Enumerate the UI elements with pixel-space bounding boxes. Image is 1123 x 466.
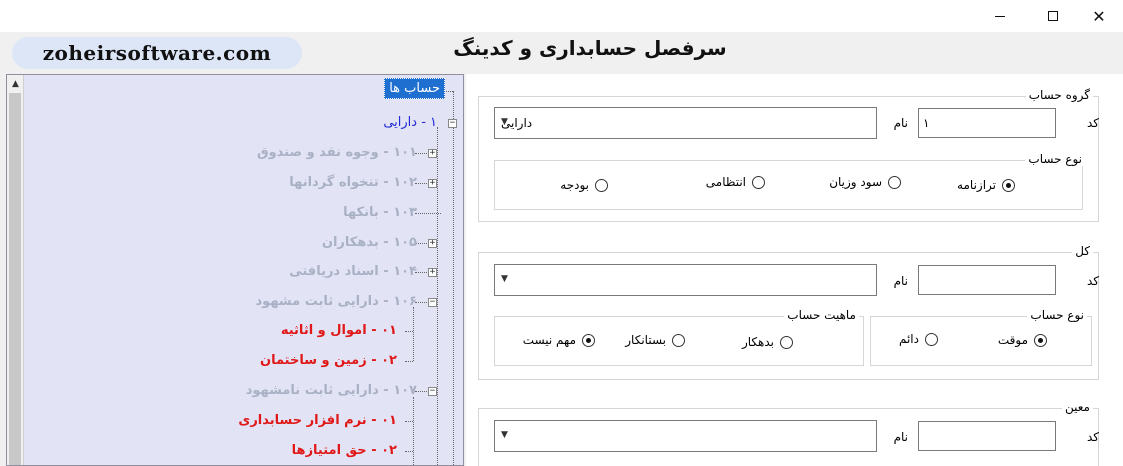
tree-node[interactable]: ۰۲ - زمین و ساختمان	[260, 353, 397, 368]
radio-profit-loss[interactable]: سود وزیان	[829, 175, 901, 189]
minimize-button[interactable]	[977, 0, 1023, 32]
tree-connector	[405, 361, 413, 362]
tree-node[interactable]: ۱۰۶ - دارایی ثابت مشهود	[256, 294, 418, 309]
radio-debtor[interactable]: بدهکار	[742, 335, 793, 349]
page-title: سرفصل حسابداری و کدینگ	[453, 36, 727, 60]
tree-node[interactable]: ۱۰۷ - دارایی ثابت نامشهود	[246, 383, 417, 398]
account-group-legend: گروه حساب	[1025, 88, 1093, 102]
accounts-tree[interactable]: ▲ − + + + + − − حساب ها ۱ - دارایی ۱۰۱ -…	[6, 74, 464, 466]
radio-off-balance[interactable]: انتظامی	[706, 175, 765, 189]
radio-label: دائم	[898, 332, 919, 346]
maximize-button[interactable]	[1030, 0, 1076, 32]
maximize-icon	[1048, 11, 1058, 21]
tree-connector	[405, 421, 413, 422]
kol-legend: کل	[1072, 244, 1093, 258]
radio-dont-care[interactable]: مهم نیست	[523, 333, 595, 347]
chevron-down-icon: ▼	[501, 117, 508, 127]
tree-node[interactable]: ۱۰۳ - بانکها	[343, 205, 417, 220]
radio-label: بدهکار	[741, 335, 774, 349]
tree-connector	[405, 331, 413, 332]
collapse-icon[interactable]: −	[428, 387, 437, 396]
radio-permanent[interactable]: دائم	[899, 332, 938, 346]
radio-balance-sheet[interactable]: ترازنامه	[957, 178, 1015, 192]
header: zoheirsoftware.com سرفصل حسابداری و کدین…	[0, 32, 1123, 72]
group-code-field[interactable]: ۱	[918, 108, 1056, 138]
tree-node[interactable]: ۱۰۵ - بدهکاران	[322, 235, 417, 250]
radio-checked-icon	[1034, 333, 1047, 347]
tree-connector	[405, 451, 413, 452]
tree-node[interactable]: ۰۱ - اموال و اثاثیه	[281, 323, 397, 338]
chevron-down-icon: ▼	[501, 274, 508, 284]
moein-code-field[interactable]	[918, 421, 1056, 451]
kol-name-label: نام	[893, 274, 908, 288]
radio-checked-icon	[582, 333, 595, 347]
brand-badge: zoheirsoftware.com	[12, 37, 302, 69]
scroll-track[interactable]	[9, 93, 21, 465]
tree-node[interactable]: ۱ - دارایی	[383, 115, 437, 130]
radio-label: مهم نیست	[522, 333, 576, 347]
radio-label: ترازنامه	[957, 178, 996, 192]
kol-nature-legend: ماهیت حساب	[784, 308, 859, 322]
radio-creditor[interactable]: بستانکار	[625, 333, 685, 347]
radio-budget[interactable]: بودجه	[560, 178, 608, 192]
kol-code-label: کد	[1086, 274, 1099, 288]
radio-label: بودجه	[560, 178, 589, 192]
radio-unchecked-icon	[888, 175, 901, 189]
tree-connector	[413, 307, 414, 361]
account-form: گروه حساب کد ۱ نام دارایی ▼ نوع حساب ترا…	[466, 74, 1123, 466]
group-code-label: کد	[1086, 116, 1099, 130]
radio-label: بستانکار	[625, 333, 666, 347]
radio-unchecked-icon	[752, 175, 765, 189]
title-bar: ✕	[0, 0, 1123, 32]
tree-node[interactable]: ۱۰۴ - اسناد دریافتی	[289, 264, 417, 279]
kol-code-field[interactable]	[918, 265, 1056, 295]
expand-icon[interactable]: +	[428, 179, 437, 188]
radio-label: سود وزیان	[829, 175, 882, 189]
radio-unchecked-icon	[595, 178, 608, 192]
collapse-icon[interactable]: −	[428, 298, 437, 307]
expand-icon[interactable]: +	[428, 268, 437, 277]
moein-code-label: کد	[1086, 430, 1099, 444]
close-button[interactable]: ✕	[1076, 0, 1122, 32]
minimize-icon	[995, 15, 1005, 17]
chevron-down-icon: ▼	[501, 430, 508, 440]
radio-checked-icon	[1002, 178, 1015, 192]
tree-node[interactable]: ۱۰۲ - تنخواه گردانها	[289, 175, 417, 190]
kol-name-combo[interactable]: ▼	[494, 264, 877, 296]
moein-name-label: نام	[893, 430, 908, 444]
moein-legend: معین	[1062, 400, 1093, 414]
tree-connector	[437, 127, 438, 465]
group-name-label: نام	[893, 116, 908, 130]
tree-root-node[interactable]: حساب ها	[384, 78, 445, 99]
tree-connector	[453, 127, 454, 465]
group-name-combo[interactable]: دارایی ▼	[494, 107, 877, 139]
group-type-legend: نوع حساب	[1025, 152, 1085, 166]
radio-unchecked-icon	[672, 333, 685, 347]
radio-unchecked-icon	[780, 335, 793, 349]
collapse-icon[interactable]: −	[448, 119, 457, 128]
kol-type-legend: نوع حساب	[1027, 308, 1087, 322]
arrow-up-icon[interactable]: ▲	[7, 75, 24, 92]
tree-node[interactable]: ۰۱ - نرم افزار حسابداری	[238, 413, 397, 428]
tree-scrollbar[interactable]: ▲	[7, 75, 24, 465]
tree-node[interactable]: ۰۲ - حق امتیازها	[292, 443, 397, 458]
tree-node[interactable]: ۱۰۱ - وجوه نقد و صندوق	[257, 145, 417, 160]
radio-label: انتظامی	[705, 175, 746, 189]
expand-icon[interactable]: +	[428, 149, 437, 158]
expand-icon[interactable]: +	[428, 239, 437, 248]
radio-label: موقت	[997, 333, 1028, 347]
radio-temporary[interactable]: موقت	[998, 333, 1047, 347]
moein-name-combo[interactable]: ▼	[494, 420, 877, 452]
radio-unchecked-icon	[925, 332, 938, 346]
tree-connector	[413, 397, 414, 465]
close-icon: ✕	[1092, 6, 1106, 26]
